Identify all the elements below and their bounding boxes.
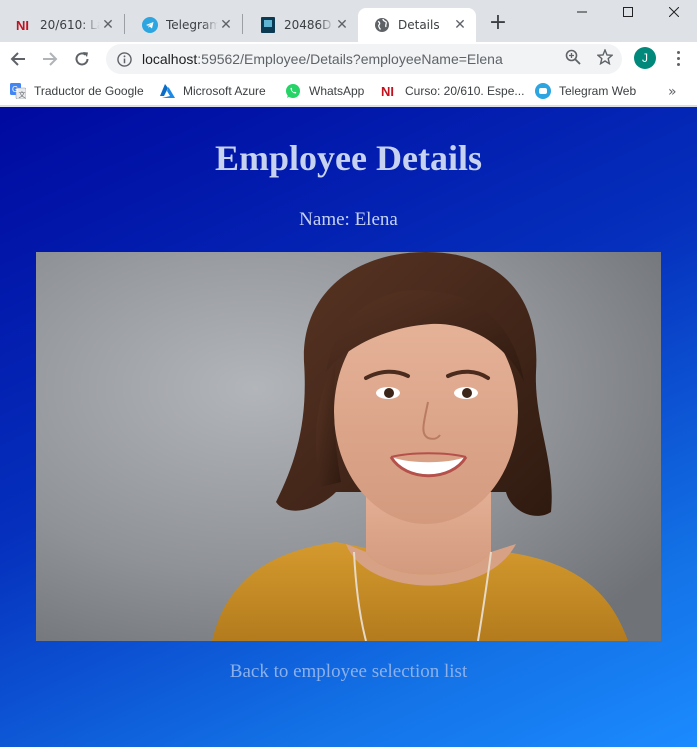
page-title: Employee Details [215,138,482,178]
tab-telegram[interactable]: Telegram ✕ [126,8,242,42]
bookmark-label: WhatsApp [309,84,365,98]
minimize-icon [577,11,587,13]
back-button[interactable] [4,45,32,73]
tab-20486d[interactable]: 20486D - ✕ [244,8,358,42]
maximize-button[interactable] [605,0,651,24]
tab-separator [242,14,243,34]
maximize-icon [623,7,633,17]
bookmark-telegram-web[interactable]: Telegram Web [535,80,636,102]
new-tab-button[interactable]: + [486,12,510,36]
tab-title: Telegram [166,18,218,32]
profile-avatar[interactable]: J [634,47,656,69]
url-host: localhost [142,51,198,67]
close-icon[interactable]: ✕ [334,17,350,33]
more-bookmarks-chevron-icon[interactable]: » [668,84,677,100]
employee-photo [36,252,661,641]
info-icon[interactable] [116,51,132,67]
zoom-icon [565,49,581,65]
tab-ni-course[interactable]: NI 20/610: La ✕ [0,8,124,42]
back-to-list-link[interactable]: Back to employee selection list [0,661,697,683]
page-content: Employee Details Name: Elena Back to emp… [0,107,697,747]
bookmarks-bar: G文 Traductor de Google Microsoft Azure W… [0,76,697,106]
svg-text:NI: NI [381,84,394,98]
window-close-button[interactable] [651,0,697,24]
address-bar[interactable]: localhost:59562/Employee/Details?employe… [106,44,622,74]
bookmark-whatsapp[interactable]: WhatsApp [285,80,364,102]
svg-text:NI: NI [16,18,29,32]
globe-icon [374,17,390,33]
star-icon [597,49,613,65]
forward-button[interactable] [36,45,64,73]
minimize-button[interactable] [559,0,605,24]
close-icon[interactable]: ✕ [452,17,468,33]
arrow-right-icon [43,52,58,66]
svg-text:文: 文 [19,90,26,99]
bookmark-google-translate[interactable]: G文 Traductor de Google [10,80,144,102]
ni-icon: NI [16,17,32,33]
url-text[interactable]: localhost:59562/Employee/Details?employe… [142,51,503,67]
svg-text:G: G [12,85,18,94]
whatsapp-icon [285,83,301,99]
portrait-illustration [36,252,661,641]
zoom-button[interactable] [563,47,583,67]
toolbar: localhost:59562/Employee/Details?employe… [0,42,697,76]
close-icon[interactable]: ✕ [100,17,116,33]
dot [676,50,680,54]
tab-separator [124,14,125,34]
close-icon [669,7,679,17]
bookmark-curso[interactable]: NI Curso: 20/610. Espe... [381,80,524,102]
dot [676,62,680,66]
tab-strip: NI 20/610: La ✕ Telegram ✕ 20486D - ✕ De… [0,0,697,42]
arrow-left-icon [10,52,25,66]
bookmark-microsoft-azure[interactable]: Microsoft Azure [159,80,266,102]
reload-icon [75,52,89,66]
telegram-icon [142,17,158,33]
azure-icon [159,83,175,99]
telegram-icon [535,83,551,99]
employee-name: Name: Elena [299,209,398,230]
book-icon [260,17,276,33]
close-icon[interactable]: ✕ [218,17,234,33]
ni-icon: NI [381,83,397,99]
tab-title: Details [398,18,440,32]
bookmark-star-button[interactable] [595,47,615,67]
bookmark-label: Telegram Web [559,84,637,98]
bookmark-label: Curso: 20/610. Espe... [405,84,525,98]
dot [676,56,680,60]
tab-title: 20486D - [284,18,334,32]
menu-button[interactable] [668,47,688,69]
bookmark-label: Traductor de Google [34,84,144,98]
google-translate-icon: G文 [10,83,26,99]
reload-button[interactable] [68,45,96,73]
tab-title: 20/610: La [40,18,100,32]
tab-details[interactable]: Details ✕ [358,8,476,42]
url-path: :59562/Employee/Details?employeeName=Ele… [197,51,503,67]
bookmark-label: Microsoft Azure [183,84,266,98]
